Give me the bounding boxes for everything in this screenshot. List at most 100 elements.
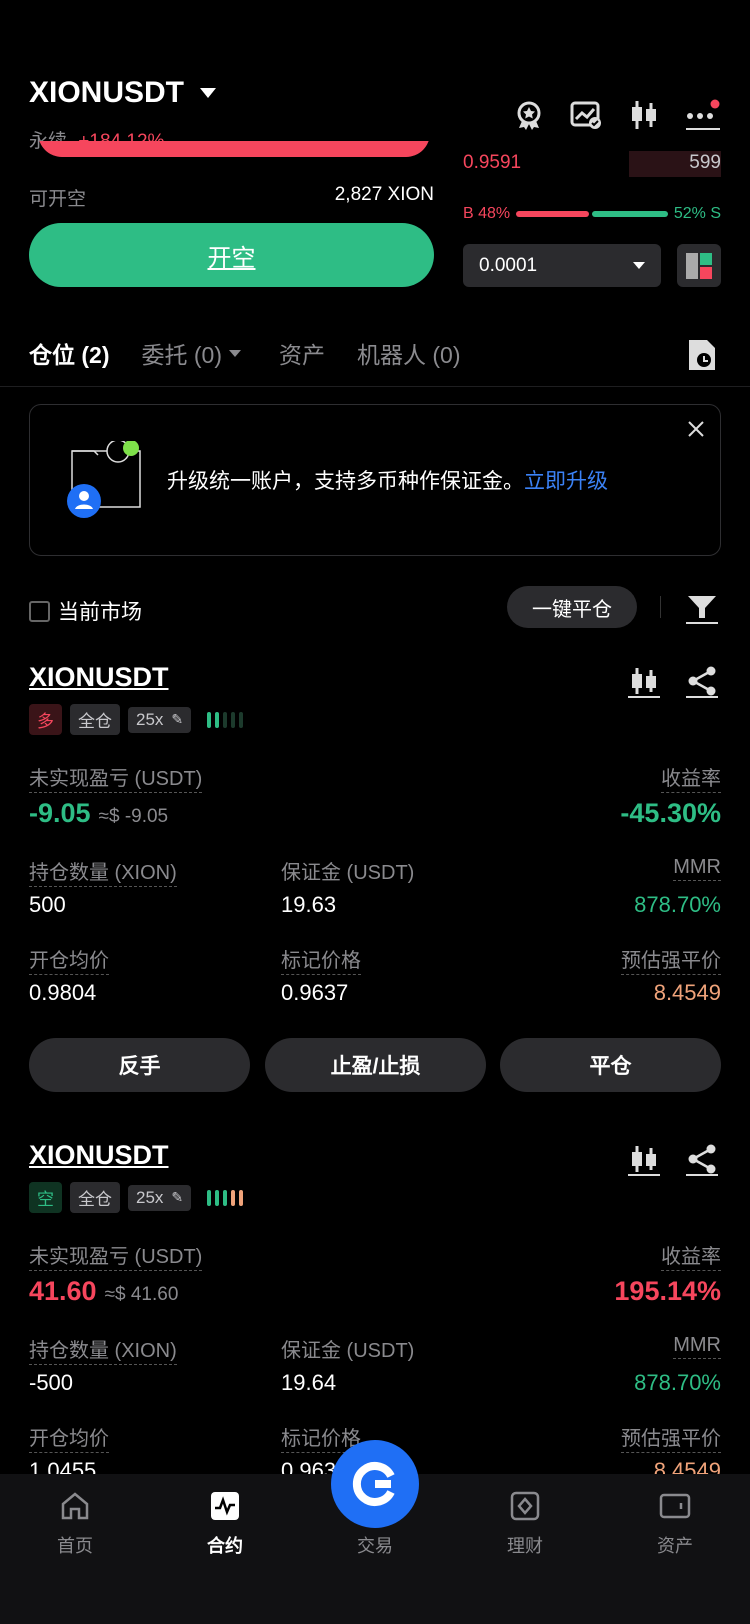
earn-icon [510, 1491, 540, 1521]
leverage-value: 25x [136, 709, 164, 729]
upgrade-banner: 升级统一账户，支持多币种作保证金。立即升级 [29, 404, 721, 556]
size-label[interactable]: 持仓数量 (XION) [29, 1334, 177, 1365]
roe-value: 195.14% [614, 1276, 721, 1306]
tab-bots[interactable]: 机器人 (0) [357, 336, 461, 370]
roe-label[interactable]: 收益率 [661, 762, 721, 793]
size-value: 500 [29, 892, 66, 917]
margin-mode-badge[interactable]: 全仓 [70, 704, 120, 735]
sell-ratio-bar [592, 211, 668, 217]
position-card: XIONUSDT 空 全仓 25x ✎ 未实现盈亏 (USDT) 收益率 41.6… [0, 1138, 750, 1483]
tab-orders[interactable]: 委托 (0) [142, 336, 223, 370]
unrealized-pnl-label[interactable]: 未实现盈亏 (USDT) [29, 1240, 203, 1271]
unrealized-pnl-value: 41.60 [29, 1276, 97, 1306]
margin-label: 保证金 (USDT) [281, 1340, 415, 1362]
history-icon[interactable] [686, 338, 718, 377]
mmr-label[interactable]: MMR [673, 1334, 721, 1359]
symbol-title: XIONUSDT [29, 76, 185, 109]
more-icon[interactable] [686, 98, 720, 132]
close-all-button[interactable]: 一键平仓 [507, 586, 637, 628]
layout-toggle-button[interactable] [677, 244, 721, 287]
tab-positions[interactable]: 仓位 (2) [29, 336, 110, 370]
tab-assets[interactable]: 资产 [279, 336, 325, 370]
orderbook-row[interactable]: 0.9591 599 [463, 150, 721, 180]
order-slider[interactable] [38, 141, 430, 167]
nav-assets-label: 资产 [657, 1536, 693, 1556]
candlestick-icon[interactable] [627, 98, 661, 132]
banner-text: 升级统一账户，支持多币种作保证金。 [167, 470, 524, 493]
orderbook-qty: 599 [689, 152, 721, 173]
trade-logo-icon [352, 1462, 395, 1506]
leverage-badge[interactable]: 25x ✎ [128, 706, 192, 733]
account-illustration-icon [66, 439, 146, 521]
candlestick-icon[interactable] [628, 666, 660, 703]
mmr-label[interactable]: MMR [673, 856, 721, 881]
current-market-label: 当前市场 [58, 601, 142, 624]
mmr-value: 878.70% [634, 1370, 721, 1395]
unrealized-pnl-usd: ≈$ 41.60 [104, 1284, 179, 1305]
close-position-label: 平仓 [589, 1055, 632, 1078]
unrealized-pnl-label[interactable]: 未实现盈亏 (USDT) [29, 762, 203, 793]
futures-icon [211, 1492, 239, 1520]
position-card: XIONUSDT 多 全仓 25x ✎ 未实现盈亏 (USDT) 收益率 -9.0… [0, 660, 750, 1092]
reverse-button[interactable]: 反手 [29, 1038, 250, 1092]
margin-value: 19.64 [281, 1370, 337, 1395]
entry-price-label[interactable]: 开仓均价 [29, 944, 109, 975]
close-icon[interactable] [686, 419, 706, 444]
size-value: -500 [29, 1370, 74, 1395]
liq-price-label[interactable]: 预估强平价 [621, 1422, 721, 1453]
caret-down-icon [633, 262, 645, 269]
side-badge: 空 [29, 1182, 62, 1213]
unrealized-pnl-usd: ≈$ -9.05 [98, 806, 169, 827]
tick-size-value: 0.0001 [479, 254, 538, 276]
tpsl-button[interactable]: 止盈/止损 [265, 1038, 486, 1092]
buy-ratio-bar [516, 211, 589, 217]
nav-futures[interactable]: 合约 [150, 1490, 300, 1558]
mark-price-label[interactable]: 标记价格 [281, 944, 361, 975]
home-icon [61, 1492, 89, 1520]
margin-label: 保证金 (USDT) [281, 862, 415, 884]
risk-indicator [207, 1189, 244, 1206]
share-icon[interactable] [686, 666, 718, 703]
open-short-button[interactable]: 开空 [29, 223, 434, 287]
close-position-button[interactable]: 平仓 [500, 1038, 721, 1092]
nav-earn[interactable]: 理财 [450, 1490, 600, 1558]
reverse-label: 反手 [118, 1055, 161, 1078]
filter-icon[interactable] [686, 592, 718, 629]
leverage-value: 25x [136, 1187, 164, 1207]
candlestick-icon[interactable] [628, 1144, 660, 1181]
trade-fab-button[interactable] [331, 1440, 419, 1528]
unrealized-pnl-value: -9.05 [29, 798, 91, 828]
current-market-checkbox[interactable]: 当前市场 [29, 596, 142, 626]
edit-icon: ✎ [171, 1189, 184, 1205]
entry-price-label[interactable]: 开仓均价 [29, 1422, 109, 1453]
liq-price-label[interactable]: 预估强平价 [621, 944, 721, 975]
side-badge: 多 [29, 704, 62, 735]
margin-value: 19.63 [281, 892, 337, 917]
size-label[interactable]: 持仓数量 (XION) [29, 856, 177, 887]
symbol-selector[interactable]: XIONUSDT [29, 76, 217, 110]
roe-label[interactable]: 收益率 [661, 1240, 721, 1271]
chart-check-icon[interactable] [569, 98, 603, 132]
position-symbol[interactable]: XIONUSDT [29, 662, 169, 693]
tick-size-select[interactable]: 0.0001 [463, 244, 661, 287]
nav-home-label: 首页 [57, 1536, 93, 1556]
orderbook-price: 0.9591 [463, 152, 522, 173]
caret-down-icon [229, 349, 241, 357]
mmr-value: 878.70% [634, 892, 721, 917]
available-label: 可开空 [29, 189, 87, 210]
divider [660, 596, 661, 618]
buy-sell-ratio: B 48% 52% S [463, 202, 721, 226]
wallet-icon [659, 1493, 691, 1519]
share-icon[interactable] [686, 1144, 718, 1181]
nav-assets[interactable]: 资产 [600, 1490, 750, 1558]
nav-home[interactable]: 首页 [0, 1490, 150, 1558]
margin-mode-badge[interactable]: 全仓 [70, 1182, 120, 1213]
badge-icon[interactable] [512, 98, 546, 132]
layout-icon [686, 252, 712, 279]
tpsl-label: 止盈/止损 [330, 1055, 421, 1078]
liq-price-value: 8.4549 [653, 980, 721, 1005]
leverage-badge[interactable]: 25x ✎ [128, 1184, 192, 1211]
checkbox-icon [29, 600, 50, 622]
position-symbol[interactable]: XIONUSDT [29, 1140, 169, 1171]
upgrade-link[interactable]: 立即升级 [524, 470, 608, 493]
